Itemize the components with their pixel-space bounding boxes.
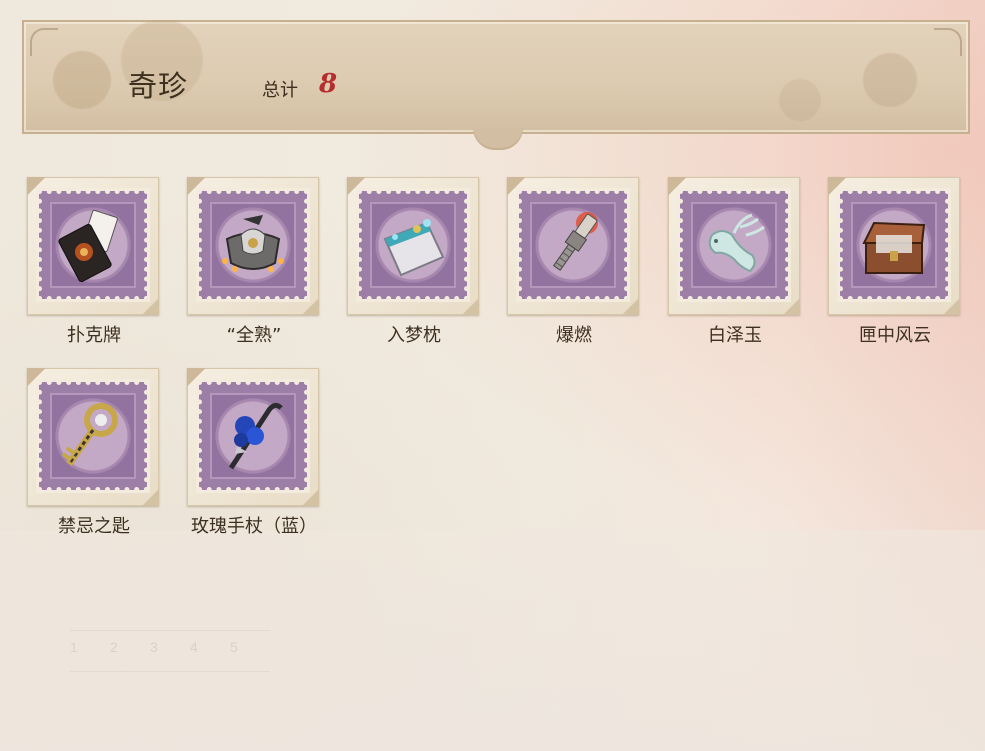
stamp-frame (196, 188, 310, 302)
item-card-ignition[interactable]: 爆燃 (507, 177, 641, 353)
item-label: 匣中风云 (859, 325, 931, 346)
item-card-box-storm[interactable]: 匣中风云 (828, 177, 962, 353)
item-card-baize-jade[interactable]: 白泽玉 (668, 177, 802, 353)
item-label: 白泽玉 (708, 325, 762, 346)
item-label: 扑克牌 (67, 325, 121, 346)
forbidden-key-icon (61, 403, 118, 467)
stamp-frame (36, 188, 150, 302)
grill-mask-icon (222, 215, 284, 272)
total-label: 总计 (262, 80, 298, 101)
stamp-frame (516, 188, 630, 302)
corner-ornament (934, 28, 962, 56)
item-frame (27, 177, 159, 315)
item-frame (187, 177, 319, 315)
background-ruler-decoration: 12345 (70, 630, 270, 672)
item-label: 禁忌之匙 (58, 516, 130, 537)
item-label: “全熟” (226, 325, 282, 346)
total-count: 8 (319, 69, 338, 99)
item-card-dream-pillow[interactable]: 入梦枕 (347, 177, 481, 353)
item-label: 爆燃 (556, 325, 592, 346)
spark-plug-icon (552, 212, 598, 271)
stamp-frame (677, 188, 791, 302)
stamp-frame (36, 379, 150, 493)
collection-header: 奇珍 总计 8 (22, 20, 970, 134)
blue-rose-cane-icon (228, 402, 283, 470)
item-frame (668, 177, 800, 315)
item-card-well-done[interactable]: “全熟” (187, 177, 321, 353)
page-title: 奇珍 (128, 69, 189, 103)
treasure-chest-icon (862, 221, 926, 274)
item-label: 玫瑰手杖（蓝） (191, 516, 317, 537)
stamp-frame (356, 188, 470, 302)
item-card-forbidden-key[interactable]: 禁忌之匙 (27, 368, 161, 544)
dream-pillow-icon (383, 219, 445, 277)
jade-deer-icon (708, 213, 765, 273)
item-card-rose-cane-blue[interactable]: 玫瑰手杖（蓝） (187, 368, 321, 544)
stamp-frame (196, 379, 310, 493)
header-notch (473, 128, 523, 150)
item-frame (507, 177, 639, 315)
corner-ornament (30, 28, 58, 56)
item-frame (347, 177, 479, 315)
item-frame (27, 368, 159, 506)
stamp-frame (837, 188, 951, 302)
item-frame (187, 368, 319, 506)
item-frame (828, 177, 960, 315)
item-label: 入梦枕 (387, 325, 441, 346)
playing-cards-icon (58, 209, 118, 283)
item-card-playing-cards[interactable]: 扑克牌 (27, 177, 161, 353)
